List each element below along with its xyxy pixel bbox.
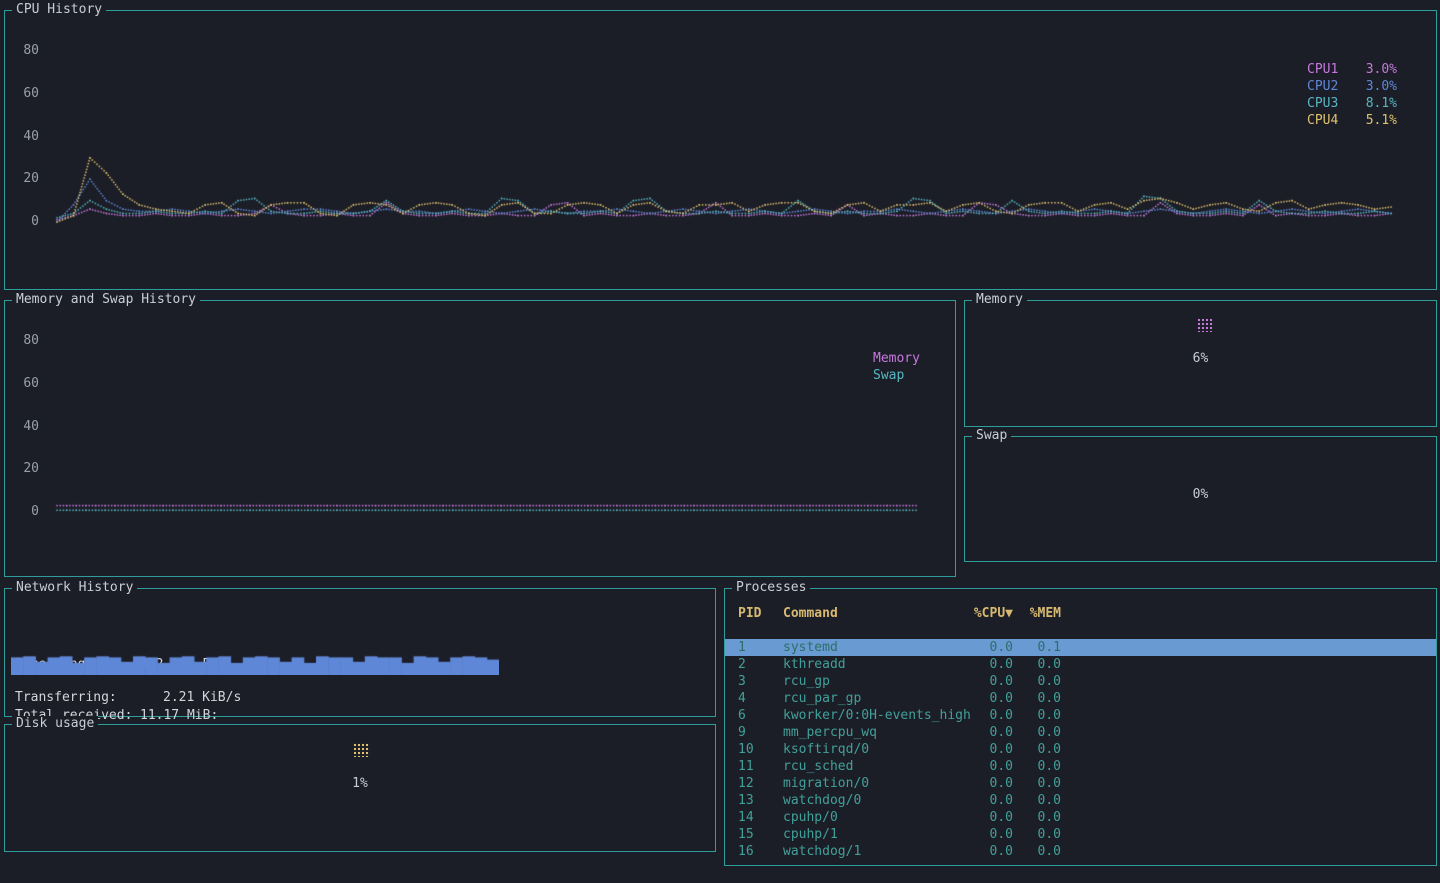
cpu4-label: CPU4	[1307, 112, 1338, 129]
process-row[interactable]: 2kthreadd0.00.0	[725, 656, 1436, 673]
cpu3-value: 8.1%	[1366, 95, 1397, 112]
disk-usage-panel: Disk usage 1%	[4, 724, 716, 852]
process-row[interactable]: 11rcu_sched0.00.0	[725, 758, 1436, 775]
cpu4-legend-row: CPU4 5.1%	[1307, 112, 1397, 129]
y-tick-label: 40	[3, 419, 39, 435]
cpu4-value: 5.1%	[1366, 112, 1397, 129]
cpu1-label: CPU1	[1307, 61, 1338, 78]
y-tick-label: 80	[3, 43, 39, 59]
cpu3-label: CPU3	[1307, 95, 1338, 112]
memory-swap-history-panel: Memory and Swap History 020406080 Memory…	[4, 300, 956, 577]
cpu2-legend-row: CPU2 3.0%	[1307, 78, 1397, 95]
cpu-history-graph	[55, 41, 1395, 231]
y-tick-label: 0	[3, 504, 39, 520]
disk-gauge-value: 1%	[5, 775, 715, 792]
process-row[interactable]: 6kworker/0:0H-events_high0.00.0	[725, 707, 1436, 724]
cpu-legend: CPU1 3.0% CPU2 3.0% CPU3 8.1% CPU4 5.1%	[1307, 61, 1397, 129]
column-mem: %MEM	[1013, 605, 1061, 622]
network-receive-sparkline	[11, 653, 499, 675]
memory-y-axis: 0 20 40 60 80	[5, 301, 41, 576]
memory-gauge-title: Memory	[972, 292, 1027, 307]
swap-gauge-title: Swap	[972, 428, 1011, 443]
processes-panel: Processes PID Command %CPU▼ %MEM 1system…	[724, 588, 1437, 866]
y-tick-label: 40	[3, 129, 39, 145]
y-tick-label: 60	[3, 376, 39, 392]
process-row[interactable]: 3rcu_gp0.00.0	[725, 673, 1436, 690]
network-history-panel: Network History Receiving:332.00 B/s Tot…	[4, 588, 716, 717]
memory-swap-legend: Memory Swap	[873, 350, 920, 384]
swap-legend-label: Swap	[873, 367, 920, 384]
transferring-value: 2.21 KiB/s	[163, 690, 241, 705]
process-row[interactable]: 4rcu_par_gp0.00.0	[725, 690, 1436, 707]
network-history-title: Network History	[12, 580, 137, 595]
memory-legend-label: Memory	[873, 350, 920, 367]
memory-gauge-dots	[1197, 318, 1214, 332]
process-rows: 1systemd0.00.12kthreadd0.00.03rcu_gp0.00…	[725, 639, 1436, 860]
column-command: Command	[783, 605, 971, 622]
transferring-label: Transferring:	[15, 689, 163, 706]
process-row[interactable]: 15cpuhp/10.00.0	[725, 826, 1436, 843]
memory-gauge-value: 6%	[965, 350, 1436, 367]
y-tick-label: 60	[3, 86, 39, 102]
disk-usage-title: Disk usage	[12, 716, 98, 731]
process-row[interactable]: 1systemd0.00.1	[725, 639, 1436, 656]
y-tick-label: 80	[3, 333, 39, 349]
swap-gauge-value: 0%	[965, 486, 1436, 503]
process-row[interactable]: 13watchdog/00.00.0	[725, 792, 1436, 809]
process-row[interactable]: 16watchdog/10.00.0	[725, 843, 1436, 860]
cpu2-label: CPU2	[1307, 78, 1338, 95]
column-pid: PID	[738, 605, 783, 622]
memory-swap-graph	[55, 331, 920, 521]
cpu1-value: 3.0%	[1366, 61, 1397, 78]
process-row[interactable]: 14cpuhp/00.00.0	[725, 809, 1436, 826]
y-tick-label: 0	[3, 214, 39, 230]
cpu3-legend-row: CPU3 8.1%	[1307, 95, 1397, 112]
system-monitor-app: CPU History 020406080 CPU1 3.0% CPU2 3.0…	[0, 0, 1440, 883]
cpu2-value: 3.0%	[1366, 78, 1397, 95]
swap-gauge-panel: Swap 0%	[964, 436, 1437, 562]
column-cpu-sort[interactable]: %CPU▼	[971, 605, 1013, 622]
y-tick-label: 20	[3, 461, 39, 477]
memory-gauge-panel: Memory 6%	[964, 300, 1437, 427]
cpu1-legend-row: CPU1 3.0%	[1307, 61, 1397, 78]
process-table-header: PID Command %CPU▼ %MEM	[725, 605, 1436, 622]
process-row[interactable]: 12migration/00.00.0	[725, 775, 1436, 792]
cpu-y-axis: 0 20 40 60 80	[5, 11, 41, 289]
cpu-history-panel: CPU History 020406080 CPU1 3.0% CPU2 3.0…	[4, 10, 1437, 290]
y-tick-label: 20	[3, 171, 39, 187]
process-row[interactable]: 9mm_percpu_wq0.00.0	[725, 724, 1436, 741]
process-row[interactable]: 10ksoftirqd/00.00.0	[725, 741, 1436, 758]
total-received-value: 11.17 MiB:	[140, 708, 218, 723]
network-transferring-line: Transferring:2.21 KiB/s	[15, 689, 241, 706]
disk-gauge-dots	[353, 743, 370, 757]
processes-title: Processes	[732, 580, 810, 595]
